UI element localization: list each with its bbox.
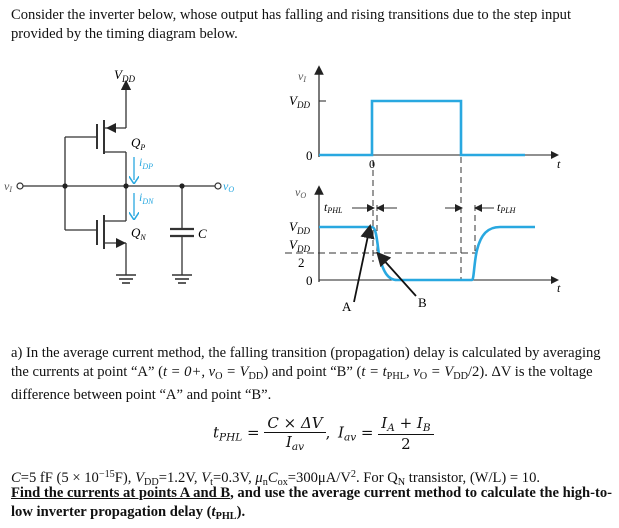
task-underlined: Find the currents at points A and B <box>11 485 231 501</box>
vo-t-label: t <box>557 281 561 295</box>
vdd-label: VDD <box>114 67 135 84</box>
task-statement: Find the currents at points A and B, and… <box>11 485 613 522</box>
tplh-label: tPLH <box>497 200 517 215</box>
tphl-fraction: C × ΔV Iav <box>264 414 326 453</box>
iav-fraction: IA + IB 2 <box>378 414 434 453</box>
vo-axis-label: vO <box>295 185 306 200</box>
ground-icon <box>172 274 192 284</box>
qp-source-arrow <box>106 123 116 133</box>
vi-t-zero-label: 0 <box>369 157 375 171</box>
vo-vdd-label: VDD <box>289 219 310 236</box>
qn-source-arrow <box>116 238 126 248</box>
point-a-pointer <box>353 223 375 303</box>
vi-t-label: t <box>557 157 561 171</box>
problem-intro: Consider the inverter below, whose outpu… <box>11 7 572 42</box>
output-terminal <box>214 182 222 190</box>
formula-block: tPHL = C × ΔV Iav , Iav = IA + IB 2 <box>0 408 619 464</box>
point-b-pointer <box>376 251 417 297</box>
input-timing-diagram: vI VDD 0 0 t <box>289 65 561 171</box>
junction-dot <box>62 183 68 189</box>
capacitor-label: C <box>198 226 207 241</box>
iav-equation: Iav = IA + IB 2 <box>338 414 434 453</box>
qp-label: QP <box>131 135 145 152</box>
vo-half-den: 2 <box>298 255 305 270</box>
input-terminal <box>16 182 24 190</box>
idn-label: iDN <box>139 190 154 206</box>
point-a-label: A <box>342 299 352 314</box>
vo-label: vO <box>223 179 234 194</box>
junction-dot <box>123 183 129 189</box>
vi-axis-label: vI <box>298 69 306 84</box>
figure: VDD QP iDP iDN QN vI vO C vI VDD 0 0 t v… <box>4 65 561 314</box>
tphl-equation: tPHL = C × ΔV Iav , <box>213 414 331 453</box>
vo-zero-label: 0 <box>306 273 313 288</box>
output-timing-diagram: vO VDD VDD 2 0 t tPHL tPLH A B <box>285 185 561 314</box>
idp-label: iDP <box>139 155 153 171</box>
tphl-label: tPHL <box>324 200 343 215</box>
vi-zero-label: 0 <box>306 148 313 163</box>
input-waveform <box>319 99 525 157</box>
ground-icon <box>116 274 136 284</box>
part-a-text: a) In the average current method, the fa… <box>11 345 601 403</box>
vo-half-num: VDD <box>289 237 310 254</box>
point-b-label: B <box>418 295 427 310</box>
vi-vdd-label: VDD <box>289 93 310 110</box>
vi-label: vI <box>4 179 12 194</box>
qn-label: QN <box>131 225 146 242</box>
junction-dot <box>179 183 185 189</box>
